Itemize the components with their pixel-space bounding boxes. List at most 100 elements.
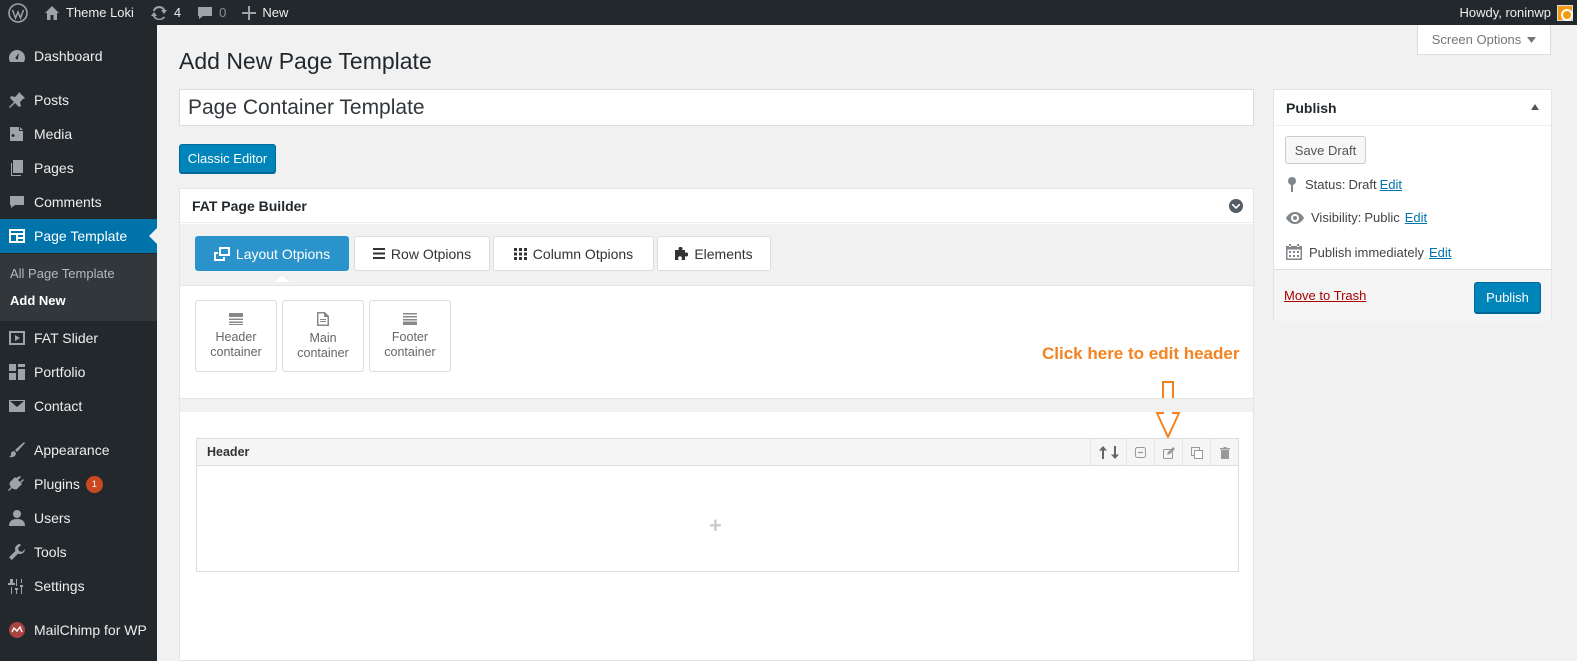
container-line1: Main xyxy=(309,330,337,345)
wordpress-logo-icon[interactable] xyxy=(0,0,36,25)
comments-link[interactable]: 0 xyxy=(189,0,234,25)
footer-container-button[interactable]: Footer container xyxy=(369,300,451,372)
dashboard-icon xyxy=(0,47,34,65)
site-name: Theme Loki xyxy=(66,5,134,20)
pin-icon xyxy=(0,91,34,109)
settings-icon xyxy=(0,577,34,595)
comment-icon xyxy=(0,193,34,211)
sidebar-item-page-template[interactable]: Page Template xyxy=(0,219,157,253)
save-draft-button[interactable]: Save Draft xyxy=(1285,136,1366,164)
header-row-title: Header xyxy=(207,445,250,459)
page-template-submenu: All Page Template Add New xyxy=(0,254,157,321)
edit-icon xyxy=(1162,446,1175,459)
arrow-up-icon[interactable] xyxy=(1098,446,1107,459)
sidebar-item-fat-slider[interactable]: FAT Slider xyxy=(0,321,157,355)
publish-box: Publish Save Draft Status: Draft Edit Vi… xyxy=(1273,89,1552,321)
sidebar-item-portfolio[interactable]: Portfolio xyxy=(0,355,157,389)
builder-tabs: Layout Otpions Row Otpions Column Otpion… xyxy=(180,224,1253,286)
title-input[interactable]: Page Container Template xyxy=(179,89,1254,126)
tab-label: Row Otpions xyxy=(390,245,472,262)
row-tools xyxy=(1090,439,1238,466)
schedule-label: Publish xyxy=(1309,244,1352,260)
sidebar-item-label: Users xyxy=(34,510,71,526)
howdy-text: Howdy, roninwp xyxy=(1459,5,1551,20)
updates-link[interactable]: 4 xyxy=(142,0,189,25)
sidebar-item-label: Appearance xyxy=(34,442,110,458)
edit-schedule-link[interactable]: Edit xyxy=(1429,245,1451,260)
page-builder-title: FAT Page Builder xyxy=(192,197,307,214)
slider-icon xyxy=(0,329,34,347)
sidebar-item-label: Comments xyxy=(34,194,102,210)
publish-header[interactable]: Publish xyxy=(1274,90,1551,126)
schedule-line: Publish immediately Edit xyxy=(1286,244,1451,260)
container-line2: container xyxy=(297,345,349,360)
edit-visibility-link[interactable]: Edit xyxy=(1405,210,1427,225)
updates-icon xyxy=(150,5,167,20)
delete-row-button[interactable] xyxy=(1210,439,1238,466)
add-element-button[interactable]: + xyxy=(709,513,722,539)
template-icon xyxy=(0,227,34,245)
tab-label: Layout Otpions xyxy=(235,245,331,262)
sidebar-item-comments[interactable]: Comments xyxy=(0,185,157,219)
tab-label: Column Otpions xyxy=(532,245,634,262)
edit-header-button[interactable] xyxy=(1154,439,1182,466)
new-label: New xyxy=(262,5,289,20)
sidebar-item-media[interactable]: Media xyxy=(0,117,157,151)
tab-elements[interactable]: Elements xyxy=(657,236,771,271)
user-icon xyxy=(0,509,34,527)
account-menu[interactable]: Howdy, roninwp xyxy=(1459,4,1577,21)
collapse-icon[interactable] xyxy=(1229,199,1243,213)
visibility-line: Visibility: Public Edit xyxy=(1286,210,1427,225)
sidebar-item-pages[interactable]: Pages xyxy=(0,151,157,185)
comment-icon xyxy=(198,6,213,19)
sidebar-item-label: Page Template xyxy=(34,228,128,244)
header-container-button[interactable]: Header container xyxy=(195,300,277,372)
sidebar-item-contact[interactable]: Contact xyxy=(0,389,157,423)
submenu-all-page-template[interactable]: All Page Template xyxy=(10,266,115,281)
admin-bar: Theme Loki 4 0 New Howdy, roninwp xyxy=(0,0,1577,25)
portfolio-icon xyxy=(0,363,34,381)
grid-icon xyxy=(513,247,527,260)
status-value: Draft xyxy=(1348,176,1377,192)
sidebar-item-plugins[interactable]: Plugins 1 xyxy=(0,467,157,501)
sidebar-item-settings[interactable]: Settings xyxy=(0,569,157,603)
sidebar-item-mailchimp[interactable]: MailChimp for WP xyxy=(0,613,157,647)
comments-count: 0 xyxy=(219,5,227,20)
collapse-row-button[interactable] xyxy=(1126,439,1154,466)
sidebar-item-appearance[interactable]: Appearance xyxy=(0,433,157,467)
arrow-down-icon[interactable] xyxy=(1110,446,1119,459)
pages-icon xyxy=(0,159,34,177)
mailchimp-icon xyxy=(0,621,34,639)
publish-button[interactable]: Publish xyxy=(1474,282,1541,313)
sidebar-item-posts[interactable]: Posts xyxy=(0,83,157,117)
submenu-add-new[interactable]: Add New xyxy=(10,293,66,308)
sidebar-item-label: Dashboard xyxy=(34,48,103,64)
new-content-link[interactable]: New xyxy=(234,0,296,25)
schedule-value: immediately xyxy=(1354,244,1424,260)
document-icon xyxy=(317,311,329,326)
tab-column-options[interactable]: Column Otpions xyxy=(493,236,654,271)
edit-status-link[interactable]: Edit xyxy=(1380,177,1402,192)
header-row: Header + xyxy=(196,438,1239,572)
tab-row-options[interactable]: Row Otpions xyxy=(354,236,490,271)
layout-icon xyxy=(213,246,230,261)
duplicate-row-button[interactable] xyxy=(1182,439,1210,466)
page-builder-header[interactable]: FAT Page Builder xyxy=(180,189,1253,223)
sidebar-item-dashboard[interactable]: Dashboard xyxy=(0,39,157,73)
sidebar-item-tools[interactable]: Tools xyxy=(0,535,157,569)
sidebar-item-users[interactable]: Users xyxy=(0,501,157,535)
move-to-trash-link[interactable]: Move to Trash xyxy=(1284,288,1366,303)
screen-options-label: Screen Options xyxy=(1431,32,1522,47)
caret-up-icon[interactable] xyxy=(1531,104,1539,110)
mail-icon xyxy=(0,397,34,415)
rows-icon xyxy=(372,248,385,259)
screen-options-button[interactable]: Screen Options xyxy=(1417,25,1551,55)
publish-title: Publish xyxy=(1286,99,1337,116)
sidebar-item-label: Plugins xyxy=(34,476,80,492)
plugins-update-badge: 1 xyxy=(85,475,103,493)
main-container-button[interactable]: Main container xyxy=(282,300,364,372)
site-name-link[interactable]: Theme Loki xyxy=(36,0,142,25)
media-icon xyxy=(0,125,34,143)
tab-layout-options[interactable]: Layout Otpions xyxy=(195,236,349,282)
classic-editor-button[interactable]: Classic Editor xyxy=(179,144,276,173)
